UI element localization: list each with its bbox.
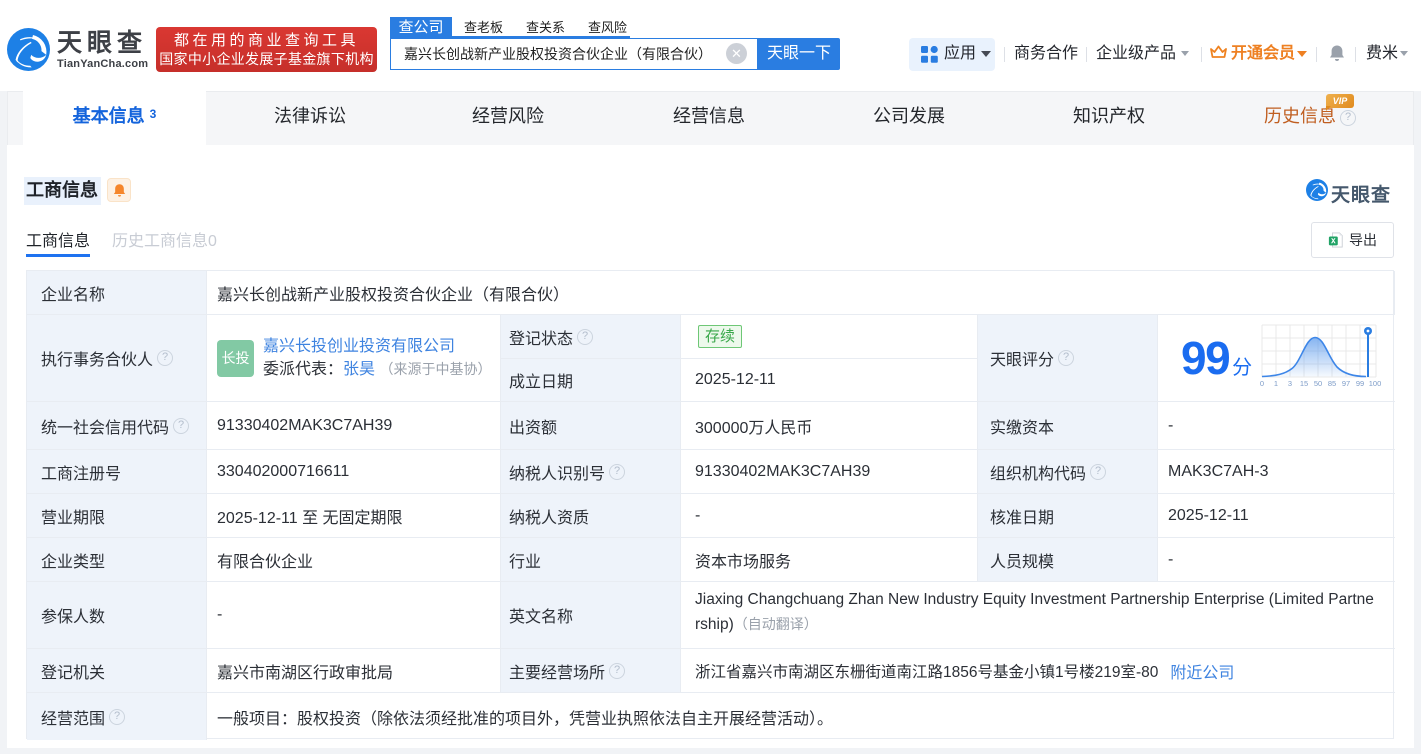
- svg-text:1: 1: [1274, 379, 1278, 388]
- svg-text:3: 3: [1288, 379, 1292, 388]
- svg-text:0: 0: [1260, 379, 1264, 388]
- svg-text:50: 50: [1314, 379, 1322, 388]
- svg-text:97: 97: [1342, 379, 1350, 388]
- svg-text:85: 85: [1328, 379, 1336, 388]
- svg-text:99: 99: [1356, 379, 1364, 388]
- svg-text:100: 100: [1369, 379, 1382, 388]
- svg-text:15: 15: [1300, 379, 1308, 388]
